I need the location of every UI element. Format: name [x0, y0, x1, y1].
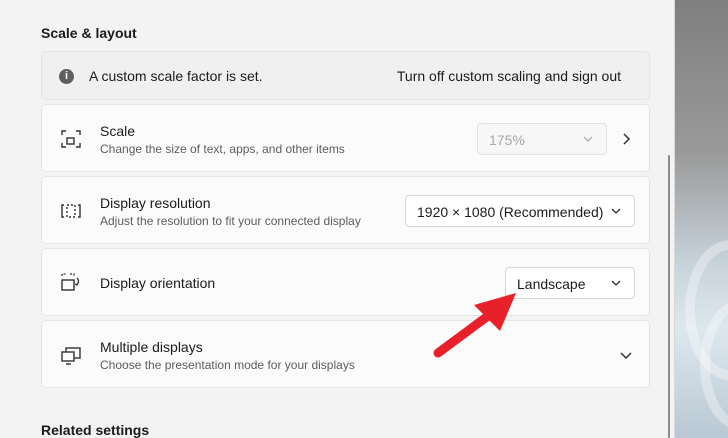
scrollbar[interactable]	[668, 155, 670, 438]
desktop-wallpaper	[675, 0, 728, 438]
chevron-right-icon[interactable]	[619, 132, 633, 146]
multiple-displays-title: Multiple displays	[100, 339, 203, 355]
display-orientation-icon	[61, 273, 80, 291]
settings-panel: Scale & layout i A custom scale factor i…	[0, 0, 675, 438]
scale-icon	[61, 130, 81, 148]
chevron-down-icon	[611, 208, 621, 214]
display-resolution-icon	[61, 204, 81, 218]
chevron-down-icon	[611, 280, 621, 286]
display-resolution-row: Display resolution Adjust the resolution…	[41, 176, 650, 244]
related-settings-heading: Related settings	[41, 422, 150, 438]
section-title: Scale & layout	[41, 25, 137, 41]
scale-subtitle: Change the size of text, apps, and other…	[100, 142, 345, 156]
scale-value: 175%	[489, 132, 525, 148]
display-resolution-value: 1920 × 1080 (Recommended)	[417, 204, 604, 220]
info-icon: i	[59, 69, 74, 84]
scale-title: Scale	[100, 123, 136, 139]
annotation-arrow	[433, 293, 516, 358]
display-resolution-title: Display resolution	[100, 195, 211, 211]
multiple-displays-icon	[61, 347, 81, 365]
multiple-displays-subtitle: Choose the presentation mode for your di…	[100, 358, 355, 372]
custom-scale-info-bar: i A custom scale factor is set. Turn off…	[41, 51, 650, 100]
chevron-down-icon	[583, 136, 593, 142]
turn-off-custom-scaling-link[interactable]: Turn off custom scaling and sign out	[397, 68, 621, 84]
info-message: A custom scale factor is set.	[89, 68, 263, 84]
multiple-displays-row[interactable]: Multiple displays Choose the presentatio…	[41, 320, 650, 388]
scale-row[interactable]: Scale Change the size of text, apps, and…	[41, 104, 650, 172]
scale-dropdown: 175%	[477, 123, 607, 155]
display-orientation-title: Display orientation	[100, 275, 216, 291]
chevron-down-icon[interactable]	[619, 348, 633, 362]
display-resolution-subtitle: Adjust the resolution to fit your connec…	[100, 214, 361, 228]
display-orientation-row: Display orientation Landscape	[41, 248, 650, 316]
display-resolution-dropdown[interactable]: 1920 × 1080 (Recommended)	[405, 195, 635, 227]
